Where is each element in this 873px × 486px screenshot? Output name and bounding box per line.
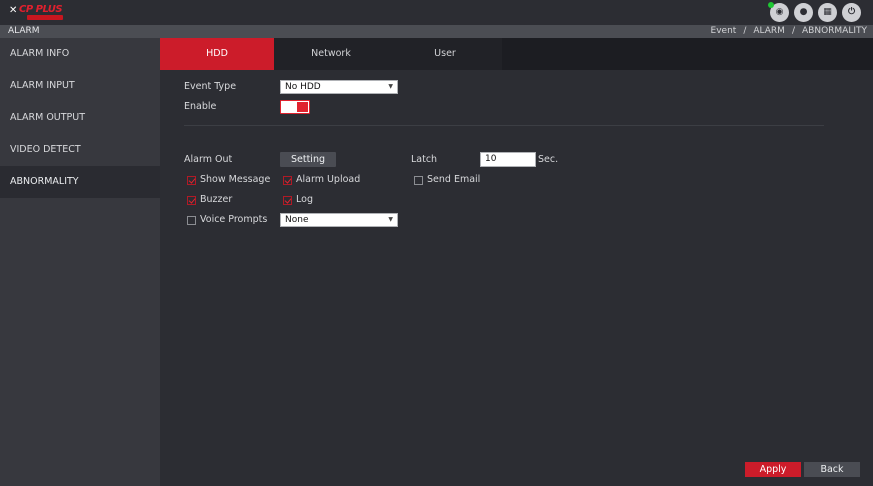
chevron-down-icon: ▼ [388, 83, 393, 90]
breadcrumb-separator: / [743, 26, 747, 36]
breadcrumb-separator: / [791, 26, 795, 36]
apply-button[interactable]: Apply [745, 462, 801, 477]
breadcrumb-alarm[interactable]: ALARM [753, 26, 785, 36]
alarm-upload-checkbox[interactable] [283, 176, 292, 185]
sidebar-item-abnormality[interactable]: ABNORMALITY [0, 166, 160, 198]
latch-label: Latch [411, 154, 438, 165]
brand-logo: ✕ CP PLUS [9, 3, 69, 22]
send-email-checkbox[interactable] [414, 176, 423, 185]
title-bar: ALARM Event / ALARM / ABNORMALITY [0, 25, 873, 38]
alarm-upload-label: Alarm Upload [296, 174, 361, 185]
setting-button[interactable]: Setting [280, 152, 336, 167]
latch-input[interactable]: 10 [480, 152, 536, 167]
eye-icon[interactable]: ◉ [768, 2, 789, 22]
voice-prompts-checkbox[interactable] [187, 216, 196, 225]
top-icon-group: ◉ ● ▦ ⏻ [768, 2, 861, 22]
voice-prompts-label: Voice Prompts [200, 214, 268, 225]
event-type-value: No HDD [285, 82, 321, 92]
back-button[interactable]: Back [804, 462, 860, 477]
tab-network[interactable]: Network [274, 38, 388, 70]
logo-mark-icon: ✕ [9, 5, 18, 16]
logo-sub-bar [27, 15, 63, 20]
voice-prompts-value: None [285, 215, 309, 225]
sidebar-item-alarm-output[interactable]: ALARM OUTPUT [0, 102, 160, 134]
chevron-down-icon: ▼ [388, 216, 393, 223]
buzzer-checkbox[interactable] [187, 196, 196, 205]
voice-prompts-select[interactable]: None ▼ [280, 213, 398, 227]
send-email-label: Send Email [427, 174, 481, 185]
event-type-label: Event Type [184, 81, 237, 92]
page-title: ALARM [8, 26, 40, 36]
section-divider [184, 125, 824, 126]
tab-bar-fill [502, 38, 873, 70]
logo-text: CP PLUS [19, 4, 63, 15]
event-type-select[interactable]: No HDD ▼ [280, 80, 398, 94]
breadcrumb: Event / ALARM / ABNORMALITY [711, 25, 867, 38]
enable-label: Enable [184, 101, 217, 112]
grid-icon[interactable]: ▦ [818, 3, 837, 22]
tab-hdd[interactable]: HDD [160, 38, 274, 70]
breadcrumb-abnormality: ABNORMALITY [802, 26, 867, 36]
buzzer-label: Buzzer [200, 194, 233, 205]
sidebar-item-video-detect[interactable]: VIDEO DETECT [0, 134, 160, 166]
enable-toggle[interactable] [280, 100, 310, 114]
sidebar-item-alarm-info[interactable]: ALARM INFO [0, 38, 160, 70]
power-icon[interactable]: ⏻ [842, 3, 861, 22]
sidebar: ALARM INFO ALARM INPUT ALARM OUTPUT VIDE… [0, 38, 160, 486]
toggle-knob [297, 102, 308, 112]
breadcrumb-event[interactable]: Event [711, 26, 737, 36]
sidebar-item-alarm-input[interactable]: ALARM INPUT [0, 70, 160, 102]
log-checkbox[interactable] [283, 196, 292, 205]
user-icon[interactable]: ● [794, 3, 813, 22]
top-bar: ✕ CP PLUS ◉ ● ▦ ⏻ [0, 0, 873, 25]
tab-bar: HDD Network User [160, 38, 502, 70]
tab-user[interactable]: User [388, 38, 502, 70]
alarm-out-label: Alarm Out [184, 154, 233, 165]
show-message-label: Show Message [200, 174, 271, 185]
main-panel: HDD Network User Event Type No HDD ▼ Ena… [160, 38, 873, 486]
status-dot [768, 2, 774, 8]
log-label: Log [296, 194, 313, 205]
latch-unit: Sec. [538, 154, 559, 165]
show-message-checkbox[interactable] [187, 176, 196, 185]
